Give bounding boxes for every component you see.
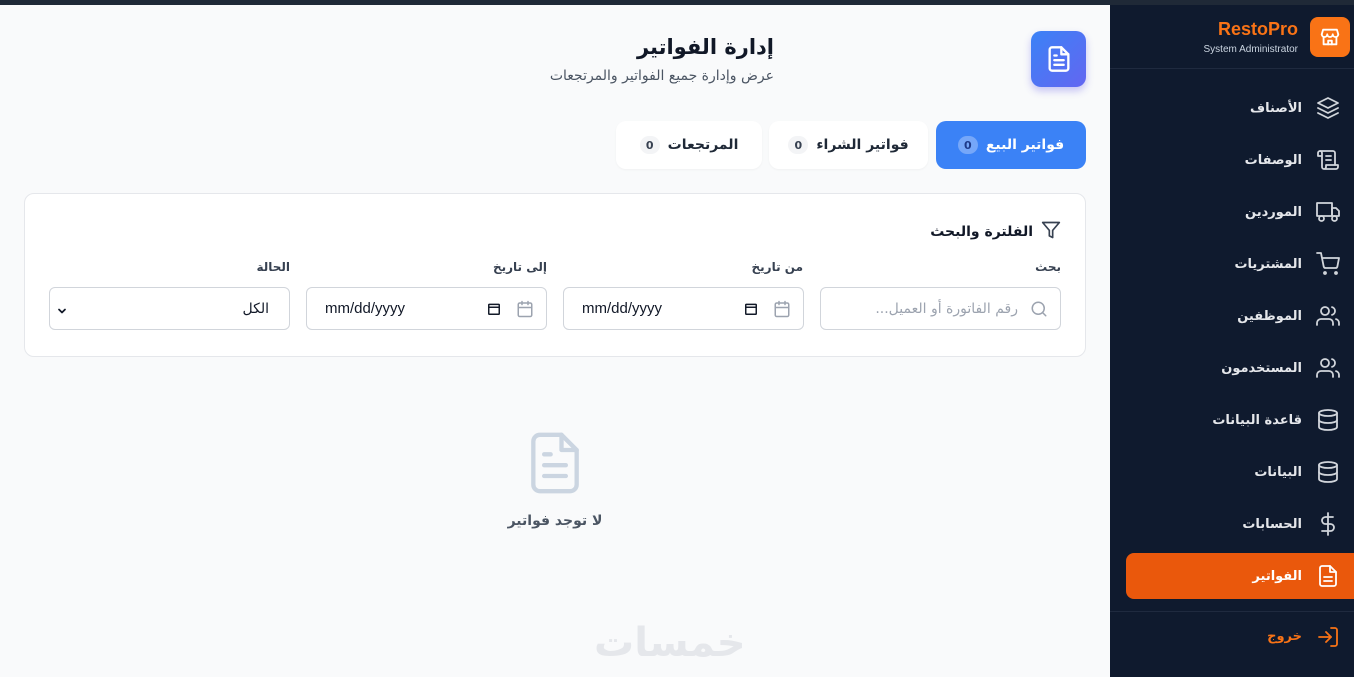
tab-returns-count: 0 bbox=[639, 136, 660, 154]
sidebar-item-label: الوصفات bbox=[1244, 152, 1302, 168]
from-date-label: من تاريخ bbox=[751, 260, 803, 274]
sidebar-item-data[interactable]: البيانات bbox=[1110, 446, 1354, 498]
filter-title-text: الفلترة والبحث bbox=[930, 224, 1033, 240]
sidebar-item-label: الحسابات bbox=[1242, 516, 1302, 532]
sidebar-item-employees[interactable]: الموظفين bbox=[1110, 290, 1354, 342]
sidebar: RestoPro System Administrator الأصناف ال… bbox=[1110, 5, 1354, 677]
cart-icon bbox=[1316, 252, 1340, 275]
sidebar-item-recipes[interactable]: الوصفات bbox=[1110, 134, 1354, 186]
logout-icon bbox=[1318, 626, 1338, 647]
brand-name: RestoPro bbox=[1217, 19, 1298, 39]
sidebar-item-label: المستخدمون bbox=[1221, 360, 1302, 376]
page-subtitle: عرض وإدارة جميع الفواتير والمرتجعات bbox=[549, 68, 774, 84]
filter-card: الفلترة والبحث بحث رقم الفاتورة أو العمي… bbox=[24, 193, 1086, 357]
sidebar-item-label: الأصناف bbox=[1250, 100, 1302, 116]
tab-purchase-label: فواتير الشراء bbox=[816, 137, 909, 153]
store-icon bbox=[1310, 17, 1350, 57]
empty-state-text: لا توجد فواتير bbox=[507, 513, 603, 529]
from-date-input[interactable]: mm/dd/yyyy bbox=[563, 287, 804, 330]
layers-icon bbox=[1317, 97, 1339, 119]
tab-returns[interactable]: المرتجعات 0 bbox=[616, 121, 762, 169]
users-icon bbox=[1316, 306, 1340, 326]
status-select-value: الكل bbox=[242, 300, 270, 317]
invoice-tabs: فواتير البيع 0 فواتير الشراء 0 المرتجعات… bbox=[616, 121, 1086, 169]
invoice-header-icon bbox=[1031, 31, 1086, 87]
sidebar-item-accounts[interactable]: الحسابات bbox=[1110, 498, 1354, 550]
filter-title: الفلترة والبحث bbox=[930, 220, 1061, 244]
to-date-picker-icon[interactable] bbox=[487, 301, 501, 320]
watermark-logo: خمسات bbox=[594, 620, 747, 666]
search-label: بحث bbox=[1035, 260, 1061, 274]
sidebar-item-label: الفواتير bbox=[1252, 568, 1302, 584]
users-icon bbox=[1316, 358, 1340, 378]
tab-sales-count: 0 bbox=[957, 136, 978, 154]
filter-icon bbox=[1041, 220, 1061, 244]
logout-button[interactable]: خروج bbox=[1110, 611, 1354, 661]
sidebar-item-label: المشتريات bbox=[1234, 256, 1302, 272]
page-title: إدارة الفواتير bbox=[636, 35, 774, 59]
search-placeholder: رقم الفاتورة أو العميل... bbox=[875, 300, 1018, 317]
database-icon bbox=[1318, 409, 1338, 431]
sidebar-item-label: الموردين bbox=[1245, 204, 1302, 220]
sidebar-item-database[interactable]: قاعدة البيانات bbox=[1110, 394, 1354, 446]
file-text-icon bbox=[1319, 565, 1337, 587]
empty-file-icon bbox=[529, 432, 581, 498]
sidebar-item-label: البيانات bbox=[1254, 464, 1302, 480]
scroll-icon bbox=[1317, 150, 1339, 170]
brand-header: RestoPro System Administrator bbox=[1110, 5, 1354, 69]
search-icon bbox=[1030, 300, 1048, 322]
main-content: إدارة الفواتير عرض وإدارة جميع الفواتير … bbox=[0, 5, 1110, 677]
status-select[interactable]: الكل bbox=[49, 287, 290, 330]
database-icon bbox=[1318, 461, 1338, 483]
to-date-input[interactable]: mm/dd/yyyy bbox=[306, 287, 547, 330]
tab-purchase-count: 0 bbox=[788, 136, 809, 154]
from-date-value: mm/dd/yyyy bbox=[582, 300, 663, 317]
sidebar-item-purchases[interactable]: المشتريات bbox=[1110, 238, 1354, 290]
sidebar-item-categories[interactable]: الأصناف bbox=[1110, 82, 1354, 134]
calendar-icon bbox=[516, 300, 534, 322]
chevron-down-icon bbox=[56, 302, 68, 321]
search-input[interactable]: رقم الفاتورة أو العميل... bbox=[820, 287, 1061, 330]
tab-sales-label: فواتير البيع bbox=[985, 137, 1065, 153]
tab-sales-invoices[interactable]: فواتير البيع 0 bbox=[936, 121, 1086, 169]
tab-returns-label: المرتجعات bbox=[667, 137, 739, 153]
from-date-picker-icon[interactable] bbox=[744, 301, 758, 320]
dollar-icon bbox=[1321, 512, 1335, 536]
sidebar-item-suppliers[interactable]: الموردين bbox=[1110, 186, 1354, 238]
brand-role: System Administrator bbox=[1203, 44, 1298, 55]
to-date-label: إلى تاريخ bbox=[492, 260, 547, 274]
truck-icon bbox=[1316, 202, 1340, 222]
tab-purchase-invoices[interactable]: فواتير الشراء 0 bbox=[769, 121, 928, 169]
logout-label: خروج bbox=[1267, 629, 1302, 644]
sidebar-item-label: الموظفين bbox=[1237, 308, 1302, 324]
status-label: الحالة bbox=[256, 260, 290, 274]
sidebar-item-label: قاعدة البيانات bbox=[1212, 412, 1302, 428]
to-date-value: mm/dd/yyyy bbox=[325, 300, 406, 317]
sidebar-nav: الأصناف الوصفات الموردين المشتريات الموظ… bbox=[1110, 82, 1354, 602]
calendar-icon bbox=[773, 300, 791, 322]
sidebar-item-users[interactable]: المستخدمون bbox=[1110, 342, 1354, 394]
sidebar-item-invoices[interactable]: الفواتير bbox=[1126, 553, 1354, 599]
